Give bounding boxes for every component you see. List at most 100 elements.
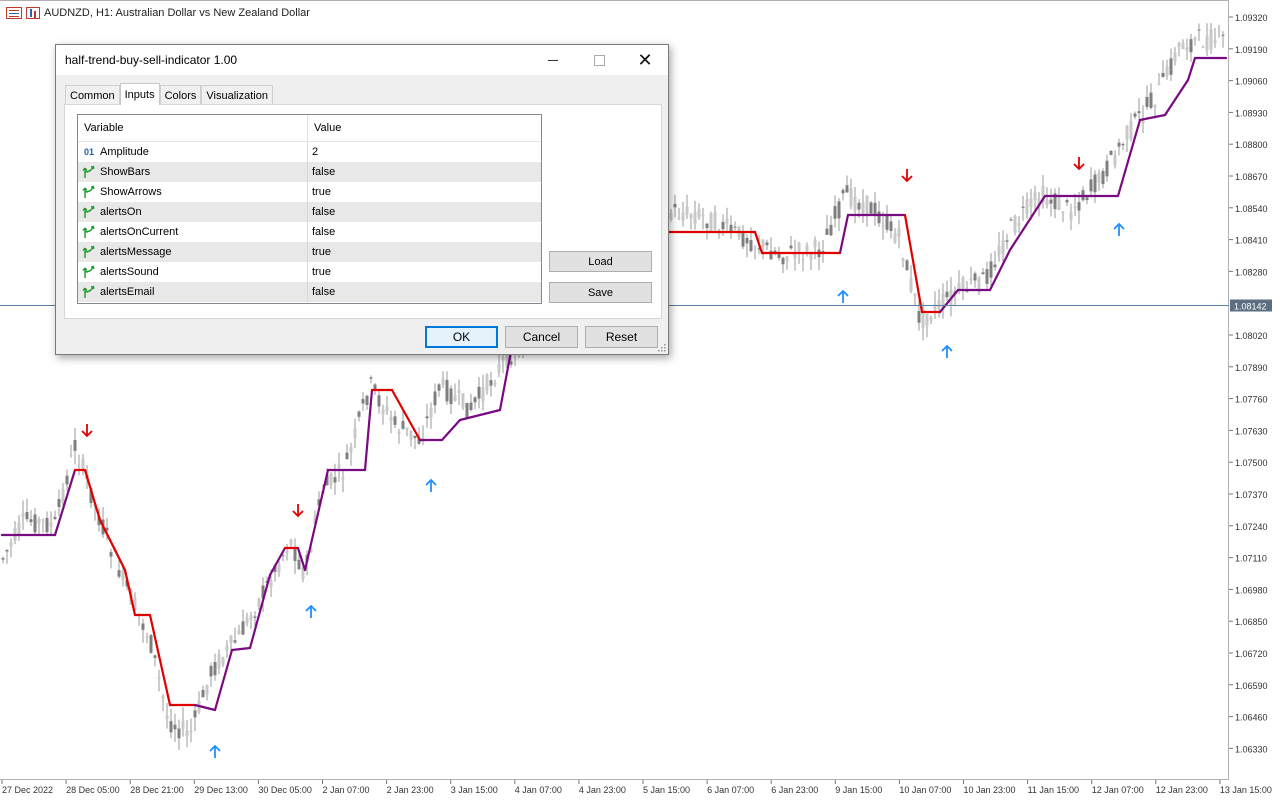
- tab-common[interactable]: Common: [65, 85, 120, 105]
- candle-body: [909, 278, 913, 292]
- input-value-cell[interactable]: false: [308, 202, 541, 222]
- input-row-alertson[interactable]: alertsOn false: [78, 202, 541, 222]
- candle-body: [997, 245, 1001, 256]
- boolean-type-icon: [82, 165, 95, 178]
- input-value-cell[interactable]: true: [308, 182, 541, 202]
- candle-body: [161, 696, 165, 699]
- price-label: 1.06330: [1235, 744, 1268, 754]
- load-button[interactable]: Load: [549, 251, 652, 272]
- candle-body: [385, 406, 389, 412]
- candle-body: [677, 217, 681, 219]
- close-button[interactable]: ✕: [622, 45, 668, 75]
- candle-body: [1089, 179, 1093, 192]
- candle-body: [241, 621, 245, 635]
- time-label: 11 Jan 15:00: [1028, 785, 1079, 795]
- candle-body: [685, 206, 689, 215]
- candle-body: [69, 455, 73, 457]
- candle-body: [1009, 219, 1013, 221]
- candle-body: [1213, 40, 1217, 44]
- candle-body: [849, 188, 853, 207]
- candle-body: [913, 293, 917, 296]
- bar-chart-icon[interactable]: [26, 7, 40, 19]
- chart-symbol-bar: AUDNZD, H1: Australian Dollar vs New Zea…: [6, 5, 310, 21]
- candle-body: [29, 519, 33, 523]
- close-icon: ✕: [637, 50, 653, 70]
- candle-body: [829, 224, 833, 236]
- column-header-variable[interactable]: Variable: [78, 115, 308, 141]
- input-value-cell[interactable]: false: [308, 162, 541, 182]
- candle-body: [169, 721, 173, 733]
- candle-body: [501, 357, 505, 361]
- candle-body: [1185, 47, 1189, 51]
- input-row-alertssound[interactable]: alertsSound true: [78, 262, 541, 282]
- candle-body: [25, 511, 29, 520]
- candle-body: [337, 464, 341, 468]
- candle-body: [1125, 125, 1129, 140]
- candle-body: [37, 518, 41, 524]
- price-label: 1.09060: [1235, 77, 1268, 87]
- input-value-cell[interactable]: false: [308, 282, 541, 302]
- tab-visualization[interactable]: Visualization: [201, 85, 273, 105]
- tab-colors[interactable]: Colors: [159, 85, 202, 105]
- time-label: 30 Dec 05:00: [258, 785, 312, 795]
- candle-body: [209, 666, 213, 677]
- boolean-type-icon: [82, 205, 95, 218]
- input-value-cell[interactable]: true: [308, 262, 541, 282]
- maximize-icon: [593, 54, 605, 66]
- time-label: 10 Jan 07:00: [899, 785, 951, 795]
- candle-body: [81, 458, 85, 471]
- indicator-properties-dialog: half-trend-buy-sell-indicator 1.00 ✕ Com…: [55, 44, 669, 355]
- candle-body: [689, 214, 693, 219]
- input-row-amplitude[interactable]: 01 Amplitude 2: [78, 142, 541, 162]
- candle-body: [453, 395, 457, 401]
- candle-body: [185, 730, 189, 737]
- maximize-button[interactable]: [576, 45, 622, 75]
- time-label: 27 Dec 2022: [2, 785, 53, 795]
- candle-body: [1165, 66, 1169, 77]
- candle-body: [765, 242, 769, 246]
- dialog-titlebar[interactable]: half-trend-buy-sell-indicator 1.00 ✕: [56, 45, 668, 75]
- input-row-alertsoncurrent[interactable]: alertsOnCurrent false: [78, 222, 541, 242]
- candle-body: [5, 550, 9, 552]
- candle-body: [445, 379, 449, 402]
- input-value-cell[interactable]: 2: [308, 142, 541, 162]
- input-value-cell[interactable]: false: [308, 222, 541, 242]
- candle-body: [1137, 111, 1141, 114]
- resize-grip-icon[interactable]: [658, 344, 666, 352]
- input-row-alertsmessage[interactable]: alertsMessage true: [78, 242, 541, 262]
- boolean-type-icon: [82, 285, 95, 298]
- minimize-button[interactable]: [530, 45, 576, 75]
- chart-window-icon[interactable]: [6, 7, 22, 19]
- candle-body: [837, 201, 841, 219]
- input-row-showarrows[interactable]: ShowArrows true: [78, 182, 541, 202]
- save-button[interactable]: Save: [549, 282, 652, 303]
- input-variable-name: Amplitude: [100, 146, 149, 158]
- candle-body: [341, 477, 345, 480]
- input-value-cell[interactable]: true: [308, 242, 541, 262]
- cancel-button[interactable]: Cancel: [505, 326, 578, 348]
- candle-body: [469, 402, 473, 411]
- inputs-tab-panel: Variable Value 01 Amplitude 2 ShowBars false…: [64, 104, 662, 319]
- candle-body: [1193, 37, 1197, 40]
- candle-body: [925, 313, 929, 326]
- column-header-value[interactable]: Value: [308, 115, 541, 141]
- candle-body: [713, 212, 717, 229]
- candle-body: [669, 212, 673, 220]
- tab-inputs[interactable]: Inputs: [119, 83, 160, 105]
- candle-body: [709, 213, 713, 231]
- candle-body: [1221, 34, 1225, 36]
- input-row-showbars[interactable]: ShowBars false: [78, 162, 541, 182]
- input-row-alertsemail[interactable]: alertsEmail false: [78, 282, 541, 302]
- candle-body: [249, 615, 253, 621]
- boolean-type-icon: [82, 245, 95, 258]
- price-label: 1.08670: [1235, 172, 1268, 182]
- ok-button[interactable]: OK: [425, 326, 498, 348]
- candle-body: [437, 384, 441, 391]
- time-label: 6 Jan 23:00: [771, 785, 818, 795]
- candle-body: [429, 407, 433, 418]
- price-label: 1.08280: [1235, 267, 1268, 277]
- grid-header: Variable Value: [78, 115, 541, 142]
- time-label: 2 Jan 07:00: [323, 785, 370, 795]
- candle-body: [1065, 200, 1069, 203]
- reset-button[interactable]: Reset: [585, 326, 658, 348]
